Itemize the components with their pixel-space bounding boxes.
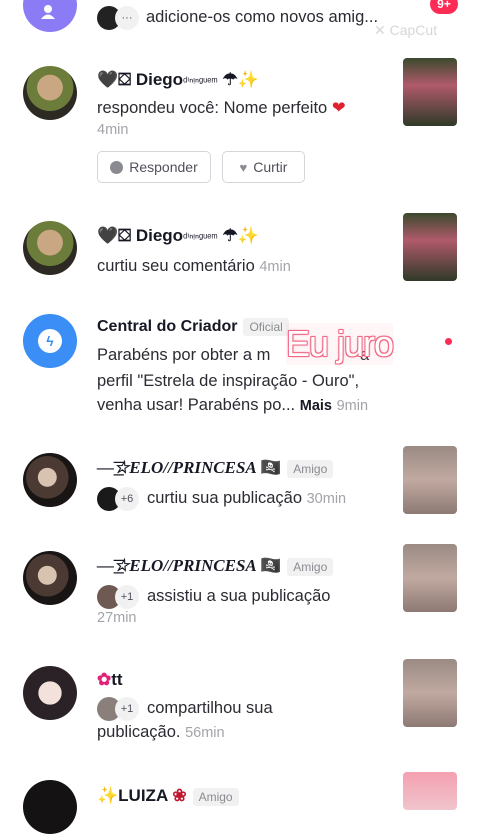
like-button[interactable]: ♥ Curtir: [222, 151, 305, 183]
umbrella-icon: ☂: [222, 70, 238, 89]
more-count: +1: [115, 697, 139, 721]
notification-text: compartilhou sua: [147, 699, 273, 717]
chat-bubble-icon: [110, 160, 124, 174]
post-thumbnail[interactable]: [403, 544, 457, 612]
overlay-caption: Eu juro: [286, 323, 394, 365]
notification-text: respondeu você: Nome perfeito ❤: [97, 99, 346, 117]
sparkle-icon: ✨: [97, 786, 119, 805]
notification-text: Parabéns por obter a m: [97, 346, 271, 364]
username[interactable]: 🖤⛋ Diegoᵈⁱⁿᵎⁿᵍᵘᵉᵐ ☂✨: [97, 70, 259, 90]
more-link[interactable]: Mais: [300, 398, 332, 414]
add-friend-icon: [41, 5, 59, 19]
sparkle-icon: ✨: [237, 70, 259, 89]
top-avatar[interactable]: [23, 0, 77, 32]
post-thumbnail[interactable]: [403, 213, 457, 281]
username[interactable]: ✿tt: [97, 670, 123, 690]
red-heart-icon: ❤: [331, 99, 346, 117]
pirate-flag-icon: 🏴‍☠️: [260, 458, 282, 477]
notification-text: curtiu seu comentário 4min: [97, 257, 291, 275]
reply-button[interactable]: Responder: [97, 151, 211, 183]
post-thumbnail[interactable]: [403, 772, 457, 810]
avatar[interactable]: [23, 453, 77, 507]
unread-badge: 9+: [430, 0, 458, 14]
top-notification-text: adicione-os como novos amig...: [146, 8, 379, 26]
more-count: +6: [115, 487, 139, 511]
capcut-logo-icon: ✕: [374, 22, 390, 38]
rose-icon: ❀: [172, 786, 187, 805]
heart-icon: 🖤: [97, 70, 119, 89]
heart-icon: 🖤: [97, 226, 119, 245]
username[interactable]: 🖤⛋ Diegoᵈⁱⁿᵎⁿᵍᵘᵉᵐ ☂✨: [97, 226, 259, 246]
avatar[interactable]: [23, 66, 77, 120]
avatar[interactable]: [23, 666, 77, 720]
unread-dot: [445, 338, 452, 345]
heart-outline-icon: ♥: [239, 159, 248, 175]
post-thumbnail[interactable]: [403, 446, 457, 514]
top-more-count: ···: [115, 6, 139, 30]
friend-tag: Amigo: [192, 787, 239, 806]
avatar[interactable]: [23, 551, 77, 605]
creator-center-name[interactable]: Central do Criador Oficial: [97, 318, 289, 336]
notification-text: publicação. 56min: [97, 723, 225, 741]
post-thumbnail[interactable]: [403, 659, 457, 727]
notification-text: venha usar! Parabéns po... Mais 9min: [97, 396, 369, 414]
creator-center-avatar[interactable]: ϟ: [23, 314, 77, 368]
lightbulb-icon: ϟ: [38, 329, 62, 353]
timestamp: 27min: [97, 610, 137, 626]
username[interactable]: ✨LUIZA ❀ Amigo: [97, 786, 239, 806]
friend-tag: Amigo: [287, 558, 334, 577]
flower-icon: ✿: [97, 670, 112, 689]
username[interactable]: —͟͞☆ELO//PRINCESA 🏴‍☠️ Amigo: [97, 458, 334, 479]
official-tag: Oficial: [243, 318, 289, 336]
username[interactable]: —͟͞☆ELO//PRINCESA 🏴‍☠️ Amigo: [97, 556, 334, 577]
capcut-watermark: ✕ CapCut: [374, 22, 438, 38]
notification-text: perfil "Estrela de inspiração - Ouro",: [97, 372, 360, 390]
umbrella-icon: ☂: [222, 226, 238, 245]
notification-text: curtiu sua publicação 30min: [147, 489, 347, 507]
crown-icon: ⛋: [118, 226, 132, 245]
avatar[interactable]: [23, 780, 77, 834]
crown-icon: ⛋: [118, 70, 132, 89]
notification-text: assistiu a sua publicação: [147, 587, 331, 605]
avatar[interactable]: [23, 221, 77, 275]
post-thumbnail[interactable]: [403, 58, 457, 126]
pirate-flag-icon: 🏴‍☠️: [260, 556, 282, 575]
sparkle-icon: ✨: [237, 226, 259, 245]
timestamp: 4min: [97, 122, 129, 138]
more-count: +1: [115, 585, 139, 609]
friend-tag: Amigo: [287, 460, 334, 479]
